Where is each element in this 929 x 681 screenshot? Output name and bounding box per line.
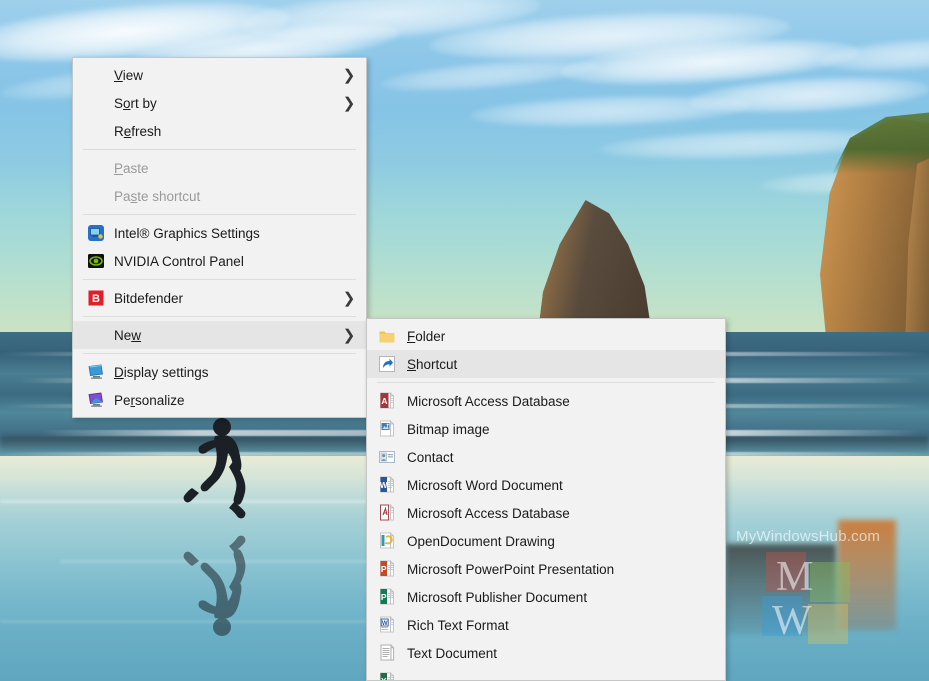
menu-item-personalize[interactable]: Personalize bbox=[73, 386, 366, 414]
menu-separator bbox=[377, 382, 715, 383]
menu-item-microsoft-publisher-document[interactable]: P Microsoft Publisher Document bbox=[367, 583, 725, 611]
powerpoint-icon: P bbox=[377, 559, 397, 579]
menu-item-refresh[interactable]: Refresh bbox=[73, 117, 366, 145]
access-icon: A bbox=[377, 391, 397, 411]
access-alt-icon bbox=[377, 503, 397, 523]
menu-item-new[interactable]: New ❯ bbox=[73, 321, 366, 349]
personalize-icon bbox=[86, 390, 106, 410]
runner-silhouette bbox=[178, 416, 264, 526]
opendocument-drawing-icon bbox=[377, 531, 397, 551]
menu-item-label: Folder bbox=[407, 328, 446, 344]
chevron-right-icon: ❯ bbox=[342, 326, 356, 344]
rtf-icon: W bbox=[377, 615, 397, 635]
menu-item-label: OpenDocument Drawing bbox=[407, 533, 555, 549]
menu-item-bitmap-image[interactable]: Bitmap image bbox=[367, 415, 725, 443]
menu-item-label: New bbox=[114, 327, 142, 343]
folder-icon bbox=[377, 326, 397, 346]
menu-item-label: Microsoft Word Document bbox=[407, 477, 563, 493]
menu-item-text-document[interactable]: Text Document bbox=[367, 639, 725, 667]
menu-item-label: Paste shortcut bbox=[114, 188, 201, 204]
new-submenu[interactable]: Folder Shortcut A Microsoft Access Database… bbox=[366, 318, 726, 681]
menu-item-label: Contact bbox=[407, 449, 454, 465]
menu-item-label: Microsoft PowerPoint Presentation bbox=[407, 561, 615, 577]
rock-reflection-dark bbox=[726, 544, 836, 634]
menu-item-paste-shortcut: Paste shortcut bbox=[73, 182, 366, 210]
nvidia-icon bbox=[86, 251, 106, 271]
svg-text:X: X bbox=[381, 676, 387, 681]
runner-reflection bbox=[178, 527, 264, 639]
menu-item-display-settings[interactable]: Display settings bbox=[73, 358, 366, 386]
menu-item-nvidia-control-panel[interactable]: NVIDIA Control Panel bbox=[73, 247, 366, 275]
menu-item-label: Bitdefender bbox=[114, 290, 184, 306]
text-document-icon bbox=[377, 643, 397, 663]
menu-item-shortcut[interactable]: Shortcut bbox=[367, 350, 725, 378]
no-icon bbox=[86, 325, 106, 345]
shortcut-icon bbox=[377, 354, 397, 374]
menu-item-label: Paste bbox=[114, 160, 149, 176]
menu-item-label: Display settings bbox=[114, 364, 209, 380]
menu-item-label: Microsoft Access Database bbox=[407, 393, 570, 409]
no-icon bbox=[86, 186, 106, 206]
menu-item-label: NVIDIA Control Panel bbox=[114, 253, 244, 269]
menu-item-rich-text-format[interactable]: W Rich Text Format bbox=[367, 611, 725, 639]
desktop-context-menu[interactable]: View ❯ Sort by ❯ Refresh Paste Paste shortcut I… bbox=[72, 57, 367, 418]
menu-item-item[interactable]: X bbox=[367, 667, 725, 681]
menu-separator bbox=[83, 149, 356, 150]
menu-item-view[interactable]: View ❯ bbox=[73, 61, 366, 89]
chevron-right-icon: ❯ bbox=[342, 66, 356, 84]
svg-text:P: P bbox=[381, 564, 387, 574]
menu-item-label: View bbox=[114, 67, 144, 83]
menu-item-opendocument-drawing[interactable]: OpenDocument Drawing bbox=[367, 527, 725, 555]
menu-item-label: Refresh bbox=[114, 123, 162, 139]
menu-item-bitdefender[interactable]: B Bitdefender ❯ bbox=[73, 284, 366, 312]
no-icon bbox=[86, 93, 106, 113]
menu-item-sort-by[interactable]: Sort by ❯ bbox=[73, 89, 366, 117]
menu-item-folder[interactable]: Folder bbox=[367, 322, 725, 350]
menu-item-microsoft-access-database[interactable]: Microsoft Access Database bbox=[367, 499, 725, 527]
menu-separator bbox=[83, 353, 356, 354]
bitmap-icon bbox=[377, 419, 397, 439]
bitdefender-icon: B bbox=[86, 288, 106, 308]
rock-reflection-orange bbox=[838, 520, 896, 630]
menu-item-label: Microsoft Publisher Document bbox=[407, 589, 588, 605]
no-icon bbox=[86, 158, 106, 178]
menu-item-label: Text Document bbox=[407, 645, 498, 661]
word-icon: W bbox=[377, 475, 397, 495]
menu-item-label: Rich Text Format bbox=[407, 617, 509, 633]
chevron-right-icon: ❯ bbox=[342, 94, 356, 112]
menu-item-label: Bitmap image bbox=[407, 421, 490, 437]
no-icon bbox=[86, 121, 106, 141]
svg-text:P: P bbox=[381, 592, 387, 602]
menu-separator bbox=[83, 316, 356, 317]
menu-item-microsoft-word-document[interactable]: W Microsoft Word Document bbox=[367, 471, 725, 499]
menu-item-intel-graphics-settings[interactable]: Intel® Graphics Settings bbox=[73, 219, 366, 247]
contact-icon bbox=[377, 447, 397, 467]
menu-item-label: Personalize bbox=[114, 392, 185, 408]
intel-graphics-icon bbox=[86, 223, 106, 243]
menu-item-paste: Paste bbox=[73, 154, 366, 182]
excel-icon: X bbox=[377, 671, 397, 681]
publisher-icon: P bbox=[377, 587, 397, 607]
menu-item-microsoft-powerpoint-presentation[interactable]: P Microsoft PowerPoint Presentation bbox=[367, 555, 725, 583]
menu-item-microsoft-access-database[interactable]: A Microsoft Access Database bbox=[367, 387, 725, 415]
svg-text:A: A bbox=[381, 396, 387, 406]
menu-separator bbox=[83, 214, 356, 215]
svg-text:B: B bbox=[92, 293, 100, 305]
chevron-right-icon: ❯ bbox=[342, 289, 356, 307]
menu-item-label: Shortcut bbox=[407, 356, 458, 372]
menu-item-contact[interactable]: Contact bbox=[367, 443, 725, 471]
menu-item-label: Microsoft Access Database bbox=[407, 505, 570, 521]
menu-separator bbox=[83, 279, 356, 280]
no-icon bbox=[86, 65, 106, 85]
svg-text:W: W bbox=[380, 481, 388, 490]
svg-text:W: W bbox=[382, 621, 388, 627]
menu-item-label: Intel® Graphics Settings bbox=[114, 225, 260, 241]
menu-item-label: Sort by bbox=[114, 95, 157, 111]
display-settings-icon bbox=[86, 362, 106, 382]
